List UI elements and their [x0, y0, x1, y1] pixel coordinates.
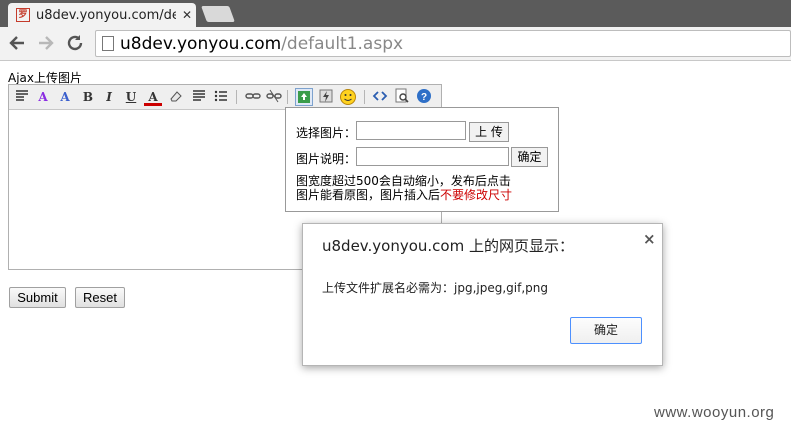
svg-text:?: ?: [421, 92, 427, 103]
image-hint-text: 图宽度超过500会自动缩小，发布后点击 图片能看原图，图片插入后不要修改尺寸: [296, 174, 546, 202]
hint-line-2-normal: 图片能看原图，图片插入后: [296, 188, 441, 202]
dialog-title: u8dev.yonyou.com 上的网页显示：: [322, 237, 574, 255]
dialog-close-icon[interactable]: ×: [643, 230, 656, 248]
bold-icon[interactable]: B: [79, 88, 97, 106]
dialog-message: 上传文件扩展名必需为：jpg,jpeg,gif,png: [322, 281, 548, 295]
spellcheck-icon[interactable]: A: [34, 88, 52, 106]
flash-icon[interactable]: [317, 88, 335, 106]
page-content: Ajax上传图片 A A B I U A ? 选择图片： 上 传 图片说明： 确…: [0, 62, 791, 423]
underline-icon[interactable]: U: [122, 88, 140, 106]
align-icon[interactable]: [190, 88, 208, 106]
insert-image-icon[interactable]: [295, 88, 313, 106]
toolbar-separator: [364, 90, 365, 104]
toolbar-separator: [287, 90, 288, 104]
image-description-label: 图片说明：: [296, 152, 357, 166]
hint-line-1: 图宽度超过500会自动缩小，发布后点击: [296, 174, 511, 188]
paragraph-format-icon[interactable]: [13, 88, 31, 106]
hint-line-2: 图片能看原图，图片插入后不要修改尺寸: [296, 188, 546, 202]
font-size-icon[interactable]: A: [56, 88, 74, 106]
back-arrow-icon[interactable]: [6, 32, 28, 54]
help-icon[interactable]: ?: [415, 88, 433, 106]
preview-icon[interactable]: [393, 88, 411, 106]
forward-arrow-icon[interactable]: [35, 32, 57, 54]
link-icon[interactable]: [244, 88, 262, 106]
new-tab-button[interactable]: [201, 6, 235, 22]
tab-title: u8dev.yonyou.com/defa: [36, 8, 176, 23]
dialog-ok-button[interactable]: 确定: [570, 317, 642, 344]
address-bar[interactable]: u8dev.yonyou.com/default1.aspx: [95, 30, 791, 57]
browser-tab[interactable]: 罗 u8dev.yonyou.com/defa ✕: [8, 3, 196, 27]
list-icon[interactable]: [212, 88, 230, 106]
tab-strip: 罗 u8dev.yonyou.com/defa ✕: [0, 0, 791, 27]
watermark-text: www.wooyun.org: [654, 404, 775, 421]
page-icon: [102, 36, 114, 51]
unlink-icon[interactable]: [265, 88, 283, 106]
submit-button[interactable]: Submit: [9, 287, 66, 308]
image-description-field[interactable]: [356, 147, 509, 166]
image-file-field[interactable]: [356, 121, 466, 140]
url-host: u8dev.yonyou.com: [120, 34, 282, 54]
hint-warning: 不要修改尺寸: [440, 188, 513, 202]
upload-button[interactable]: 上 传: [469, 122, 509, 142]
browser-toolbar: u8dev.yonyou.com/default1.aspx: [0, 27, 791, 61]
font-color-icon[interactable]: A: [144, 88, 162, 106]
emoticon-icon[interactable]: [339, 88, 357, 106]
select-image-label: 选择图片：: [296, 126, 357, 140]
toolbar-separator: [236, 90, 237, 104]
eraser-icon[interactable]: [167, 88, 185, 106]
italic-icon[interactable]: I: [100, 88, 118, 106]
tab-close-icon[interactable]: ✕: [182, 8, 192, 22]
confirm-image-button[interactable]: 确定: [511, 147, 548, 167]
url-path: /default1.aspx: [281, 34, 404, 54]
alert-dialog: u8dev.yonyou.com 上的网页显示： × 上传文件扩展名必需为：jp…: [302, 223, 663, 366]
reload-icon[interactable]: [64, 32, 86, 54]
source-code-icon[interactable]: [371, 88, 389, 106]
site-favicon-icon: 罗: [16, 8, 30, 22]
reset-button[interactable]: Reset: [75, 287, 125, 308]
url-text: u8dev.yonyou.com/default1.aspx: [120, 34, 403, 54]
insert-image-popup: 选择图片： 上 传 图片说明： 确定 图宽度超过500会自动缩小，发布后点击 图…: [285, 107, 559, 212]
